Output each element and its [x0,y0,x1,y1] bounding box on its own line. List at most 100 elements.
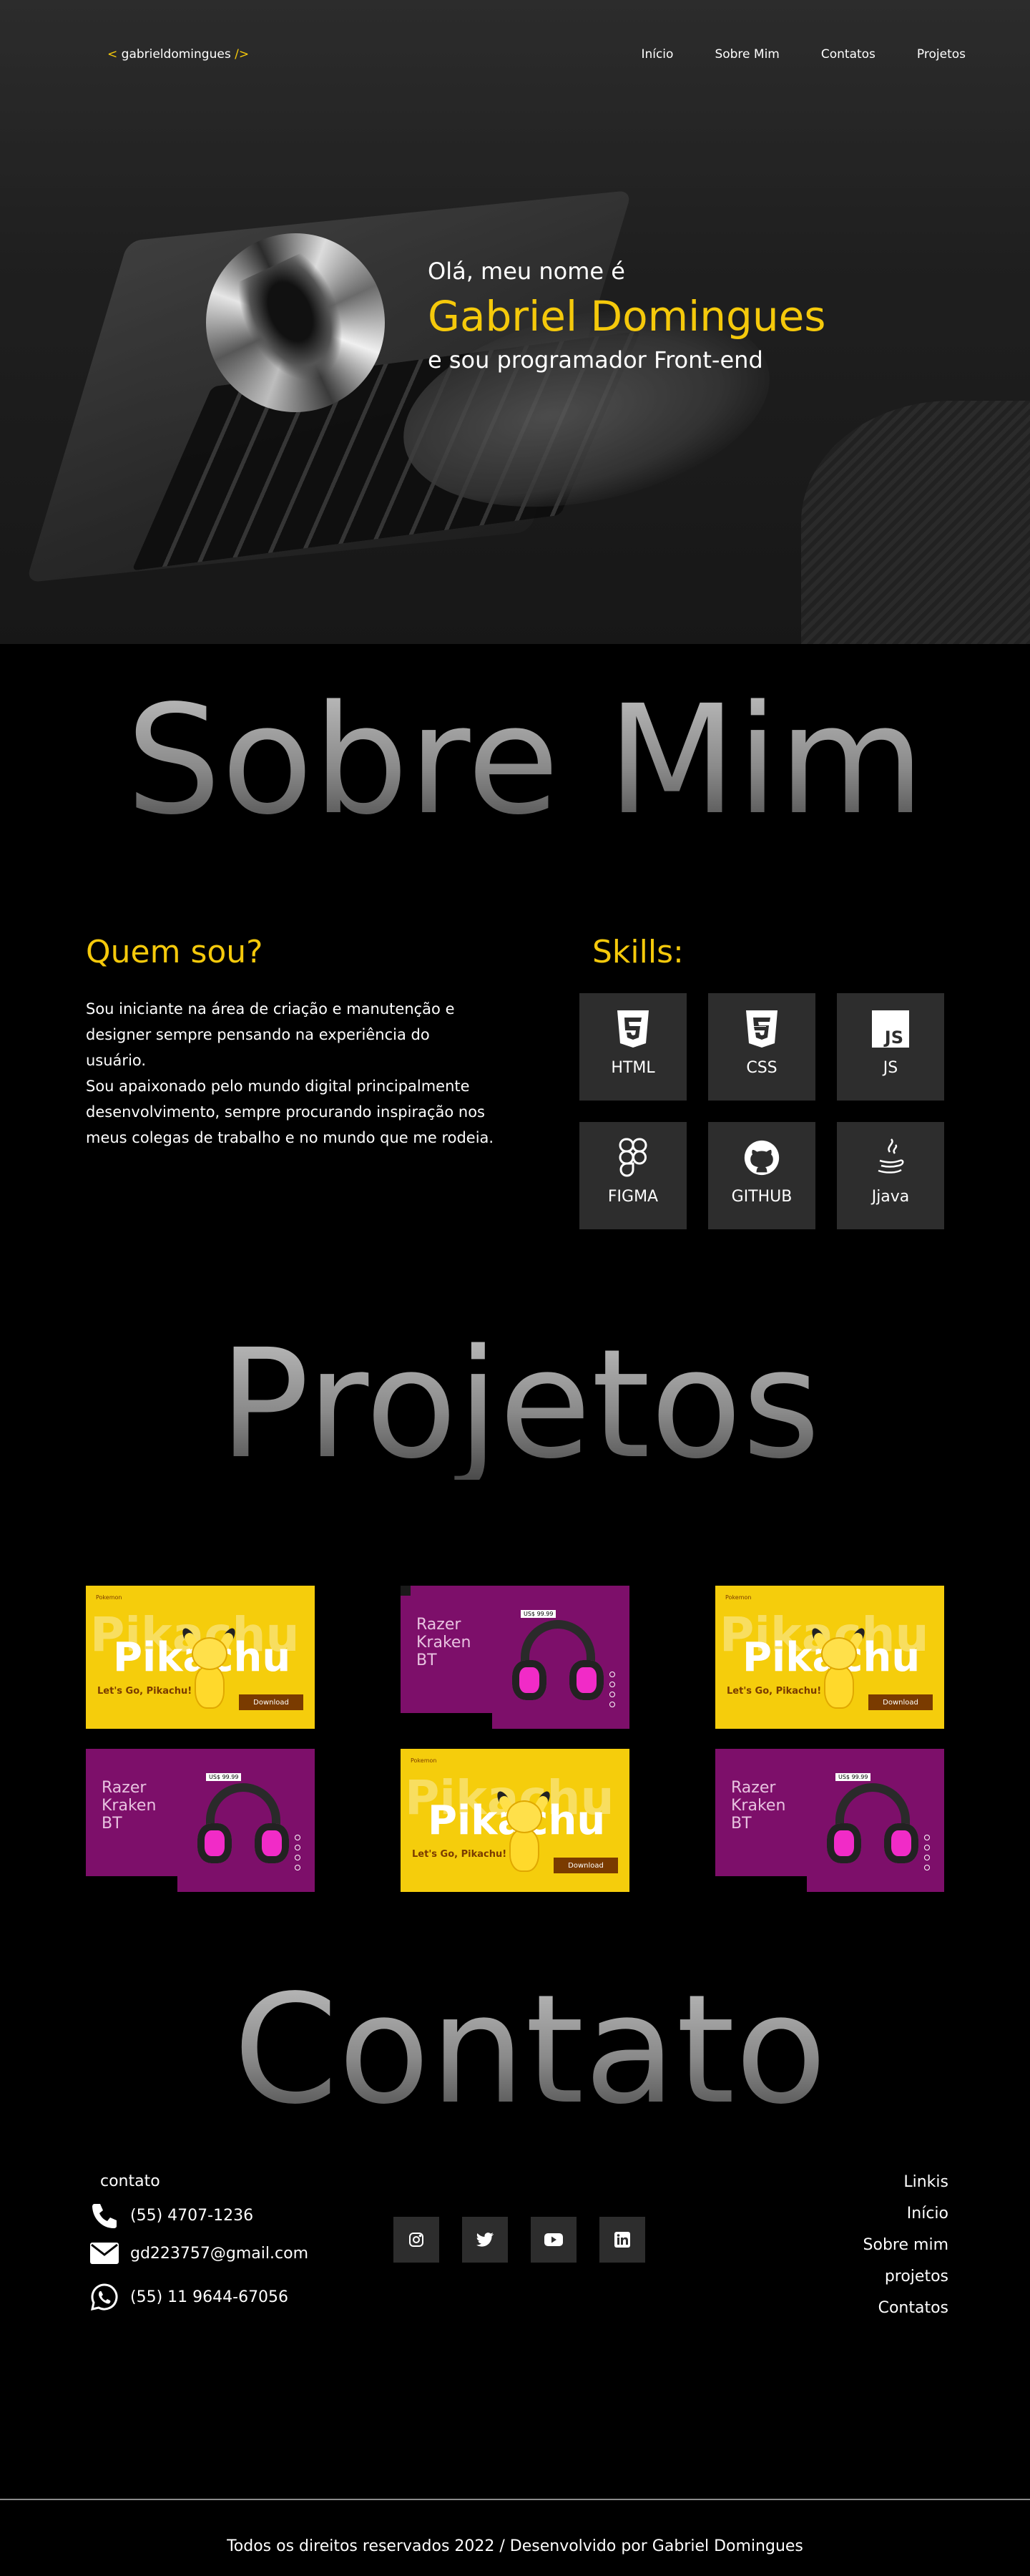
nav-link-sobre-mim[interactable]: Sobre Mim [715,47,779,62]
footer-link-contatos[interactable]: Contatos [863,2293,948,2324]
skill-label: FIGMA [607,1188,659,1206]
project-card-pikachu[interactable]: Pokemon Pikachu Pikachu Let's Go, Pikach… [86,1586,315,1729]
links-heading: Linkis [903,2173,948,2191]
razer-menu-icon [401,1586,411,1596]
pika-download-button: Download [239,1694,303,1710]
projects-grid: Pokemon Pikachu Pikachu Let's Go, Pikach… [86,1586,944,1892]
who-line: Sou iniciante na área de criação e manut… [86,1000,455,1018]
who-paragraph: Sou iniciante na área de criação e manut… [86,996,508,1151]
skill-label: CSS [746,1059,778,1077]
skill-tile-js: JS JS [837,993,944,1101]
contact-email[interactable]: gd223757@gmail.com [90,2243,308,2264]
javascript-icon: JS [872,1010,909,1048]
project-card-razer[interactable]: Razer Kraken BT US$ 99.99 [715,1749,944,1892]
razer-social-dots [924,1835,930,1870]
skill-label: Jjava [871,1188,910,1206]
about-section-title: Sobre Mim [126,673,925,848]
skills-grid: HTML CSS JS JS FIGMA GITHUB Jjava [579,993,944,1229]
nav-link-projetos[interactable]: Projetos [917,47,966,62]
svg-text:JS: JS [883,1028,903,1048]
contact-whatsapp[interactable]: (55) 11 9644-67056 [90,2283,288,2311]
logo-open-bracket: < [107,47,118,62]
top-nav: < gabrieldomingues /> Início Sobre Mim C… [0,0,1030,62]
youtube-button[interactable] [531,2217,577,2263]
css3-icon [743,1010,780,1048]
razer-title: Razer Kraken BT [731,1779,785,1833]
pika-download-button: Download [868,1694,933,1710]
hero-role: e sou programador Front-end [428,346,763,374]
razer-title: Razer Kraken BT [416,1616,471,1669]
figma-icon [614,1138,652,1177]
razer-bottom-bar [715,1876,807,1892]
razer-title: Razer Kraken BT [102,1779,156,1833]
contact-email-text: gd223757@gmail.com [130,2244,308,2263]
skill-label: JS [883,1059,898,1077]
contact-phone[interactable]: (55) 4707-1236 [90,2202,253,2228]
pikachu-image [494,1789,553,1879]
instagram-button[interactable] [393,2217,439,2263]
nav-link-inicio[interactable]: Início [641,47,673,62]
hero-greeting: Olá, meu nome é [428,258,625,285]
project-card-pikachu[interactable]: Pokemon Pikachu Pikachu Let's Go, Pikach… [401,1749,629,1892]
contact-heading: contato [100,2172,160,2190]
project-card-pikachu[interactable]: Pokemon Pikachu Pikachu Let's Go, Pikach… [715,1586,944,1729]
who-line: meus colegas de trabalho e no mundo que … [86,1129,494,1146]
razer-bottom-bar [86,1876,177,1892]
razer-title-line: Razer [102,1779,147,1797]
logo-close-bracket: /> [235,47,250,62]
footer-divider [0,2499,1030,2500]
instagram-icon [409,2233,423,2247]
pika-brand: Pokemon [725,1594,752,1601]
razer-title-line: Kraken [102,1797,157,1815]
footer-link-inicio[interactable]: Início [863,2198,948,2230]
skill-label: GITHUB [731,1188,793,1206]
pikachu-image [180,1626,238,1716]
projects-section-title: Projetos [219,1317,820,1492]
project-card-razer[interactable]: Razer Kraken BT US$ 99.99 [86,1749,315,1892]
hero-section: < gabrieldomingues /> Início Sobre Mim C… [0,0,1030,644]
pika-brand: Pokemon [96,1594,122,1601]
razer-title-line: Kraken [731,1797,786,1815]
youtube-icon [544,2233,563,2246]
java-icon [872,1138,909,1176]
razer-title-line: Razer [731,1779,776,1797]
headset-image [508,1617,608,1703]
skill-tile-html: HTML [579,993,687,1101]
razer-social-dots [295,1835,300,1870]
linkedin-button[interactable] [599,2217,645,2263]
logo-text: gabrieldomingues [121,47,231,62]
nav-link-contatos[interactable]: Contatos [821,47,876,62]
footer-link-projetos[interactable]: projetos [863,2261,948,2293]
footer-copyright: Todos os direitos reservados 2022 / Dese… [227,2537,803,2555]
skill-tile-java: Jjava [837,1122,944,1229]
razer-title-line: Razer [416,1616,461,1634]
twitter-button[interactable] [462,2217,508,2263]
pikachu-image [809,1626,868,1716]
twitter-icon [476,2233,494,2247]
razer-title-line: BT [416,1652,437,1669]
razer-social-dots [609,1672,615,1707]
hero-intro: Olá, meu nome é Gabriel Domingues e sou … [428,258,826,374]
site-logo[interactable]: < gabrieldomingues /> [107,47,249,62]
pika-subtitle: Let's Go, Pikachu! [97,1686,192,1697]
social-links [393,2217,645,2263]
razer-title-line: BT [731,1815,752,1833]
footer-link-sobre-mim[interactable]: Sobre mim [863,2230,948,2261]
nav-links: Início Sobre Mim Contatos Projetos [641,47,966,62]
pika-subtitle: Let's Go, Pikachu! [727,1686,822,1697]
who-heading: Quem sou? [86,934,263,970]
pika-download-button: Download [554,1858,618,1873]
skill-tile-github: GITHUB [708,1122,815,1229]
skills-heading: Skills: [592,934,684,970]
contact-whatsapp-text: (55) 11 9644-67056 [130,2288,289,2306]
pika-subtitle: Let's Go, Pikachu! [412,1849,507,1860]
headset-image [823,1780,923,1866]
who-line: designer sempre pensando na experiência … [86,1026,430,1043]
project-card-razer[interactable]: Razer Kraken BT US$ 99.99 [401,1586,629,1729]
mail-icon [90,2243,119,2264]
razer-bottom-bar [401,1713,492,1729]
contact-phone-text: (55) 4707-1236 [130,2206,254,2225]
skill-tile-figma: FIGMA [579,1122,687,1229]
phone-icon [92,2204,117,2228]
linkedin-icon [614,2232,630,2248]
